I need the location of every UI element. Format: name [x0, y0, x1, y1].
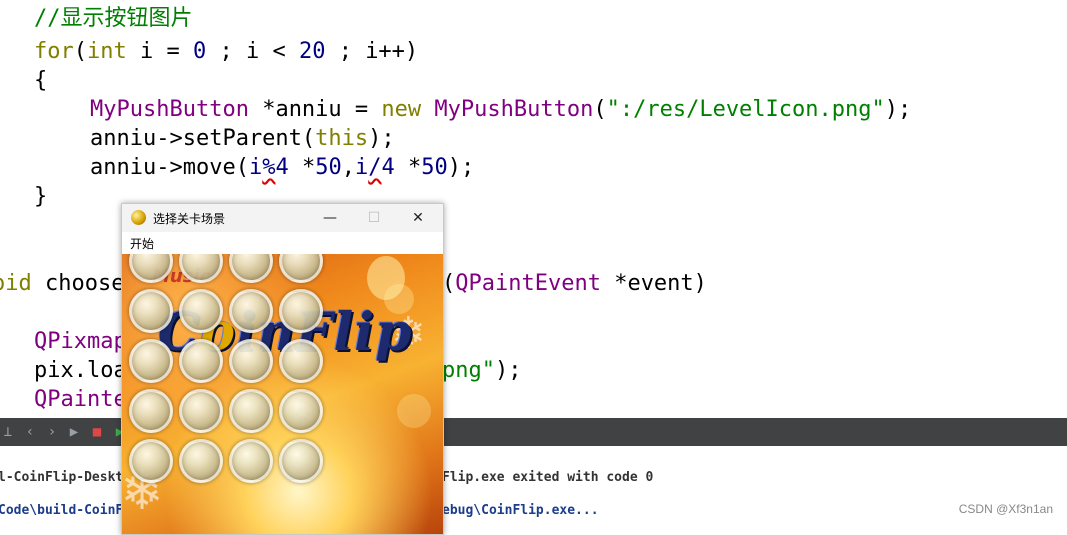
code-token: pix.loa	[34, 358, 127, 383]
code-line: for(int i = 0 ; i < 20 ; i++)	[34, 37, 418, 66]
code-token: anniu->move(	[90, 155, 249, 180]
code-token: ,	[341, 155, 355, 180]
level-button[interactable]	[229, 289, 273, 333]
code-token: i =	[126, 39, 193, 64]
code-token: 4	[381, 155, 395, 180]
code-line: anniu->move(i%4 *50,i/4 *50);	[90, 153, 474, 182]
code-token: MyPushButton	[434, 97, 594, 122]
code-token: this	[315, 126, 369, 151]
code-token: *	[394, 155, 422, 180]
code-line: png");	[442, 356, 521, 385]
output-text: l-CoinFlip-Deskt	[0, 470, 124, 485]
code-token: i	[248, 155, 263, 180]
window-title: 选择关卡场景	[153, 212, 226, 226]
level-button[interactable]	[229, 339, 273, 383]
code-token: %	[262, 155, 276, 180]
code-token: 20	[298, 39, 326, 64]
code-token: ; i++)	[325, 39, 419, 64]
code-token: i	[354, 155, 369, 180]
level-scene-background: ❄ ❄ ❄ Music CoinFlip	[122, 254, 443, 534]
level-button[interactable]	[179, 339, 223, 383]
output-path: ebug\CoinFlip.exe...	[442, 503, 599, 518]
code-token: *event)	[600, 271, 707, 296]
code-line: QPixmap	[34, 327, 127, 356]
level-button[interactable]	[129, 339, 173, 383]
filter-icon[interactable]: ⊥	[0, 424, 16, 440]
code-line: oid choose	[0, 269, 124, 298]
chevron-right-icon[interactable]: ›	[44, 424, 60, 440]
level-button[interactable]	[229, 389, 273, 433]
code-token: ":/res/LevelIcon.png"	[606, 97, 885, 122]
code-token: {	[34, 68, 48, 93]
code-token: anniu->setParent(	[90, 126, 316, 151]
level-button[interactable]	[279, 289, 323, 333]
code-token: /	[368, 155, 382, 180]
level-button[interactable]	[229, 254, 273, 283]
coin-app-icon	[131, 210, 146, 225]
code-token: *anniu =	[248, 97, 382, 122]
code-line: pix.loa	[34, 356, 127, 385]
code-line: QPainte	[34, 385, 127, 414]
level-button[interactable]	[129, 289, 173, 333]
level-button[interactable]	[129, 439, 173, 483]
code-token: );	[447, 155, 475, 180]
level-button[interactable]	[279, 254, 323, 283]
code-token: QPixmap	[34, 329, 127, 354]
code-token: QPainte	[34, 387, 127, 412]
code-line: }	[34, 182, 47, 211]
code-token: ; i <	[206, 39, 299, 64]
code-token: );	[368, 126, 395, 151]
minimize-button[interactable]: —	[308, 207, 352, 229]
bokeh-light	[397, 394, 431, 428]
code-token: int	[87, 39, 127, 64]
menu-start[interactable]: 开始	[130, 235, 154, 252]
code-token: for	[34, 39, 74, 64]
code-line: anniu->setParent(this);	[90, 124, 395, 153]
level-button[interactable]	[129, 389, 173, 433]
code-line: MyPushButton *anniu = new MyPushButton("…	[90, 95, 911, 124]
output-text: Flip.exe exited with code 0	[442, 470, 654, 485]
code-token: 4	[275, 155, 289, 180]
watermark: CSDN @Xf3n1an	[958, 502, 1053, 516]
code-token: MyPushButton	[90, 97, 249, 122]
code-line: //显示按钮图片	[34, 4, 193, 33]
level-button[interactable]	[229, 439, 273, 483]
code-token: (	[593, 97, 607, 122]
level-button[interactable]	[179, 289, 223, 333]
code-token: *	[288, 155, 316, 180]
app-window: 选择关卡场景 — ☐ ✕ 开始 ❄ ❄ ❄ Music CoinFlip	[121, 203, 444, 535]
level-button[interactable]	[279, 389, 323, 433]
code-token: new	[381, 97, 422, 122]
output-path: Code\build-CoinF	[0, 503, 124, 518]
level-button[interactable]	[179, 439, 223, 483]
chevron-left-icon[interactable]: ‹	[22, 424, 38, 440]
code-token: (	[73, 39, 87, 64]
code-token: );	[494, 358, 522, 383]
code-token: png"	[442, 358, 495, 383]
stop-icon[interactable]: ■	[89, 424, 105, 440]
code-token: }	[34, 184, 48, 209]
level-button[interactable]	[279, 339, 323, 383]
menu-bar: 开始	[122, 232, 443, 254]
code-token: 50	[315, 155, 342, 180]
code-line: {	[34, 66, 47, 95]
code-token: 50	[421, 155, 448, 180]
title-bar[interactable]: 选择关卡场景 — ☐ ✕	[122, 204, 443, 232]
code-token: );	[884, 97, 912, 122]
code-line: (QPaintEvent *event)	[442, 269, 707, 298]
code-token: 0	[192, 39, 207, 64]
maximize-button[interactable]: ☐	[352, 207, 396, 229]
level-button[interactable]	[279, 439, 323, 483]
code-token: choose	[31, 271, 125, 296]
level-button[interactable]	[179, 389, 223, 433]
run-icon[interactable]: ▶	[66, 424, 82, 440]
code-token: QPaintEvent	[455, 271, 601, 296]
code-comment: //显示按钮图片	[34, 6, 193, 31]
code-token: oid	[0, 271, 32, 296]
close-button[interactable]: ✕	[396, 207, 440, 229]
